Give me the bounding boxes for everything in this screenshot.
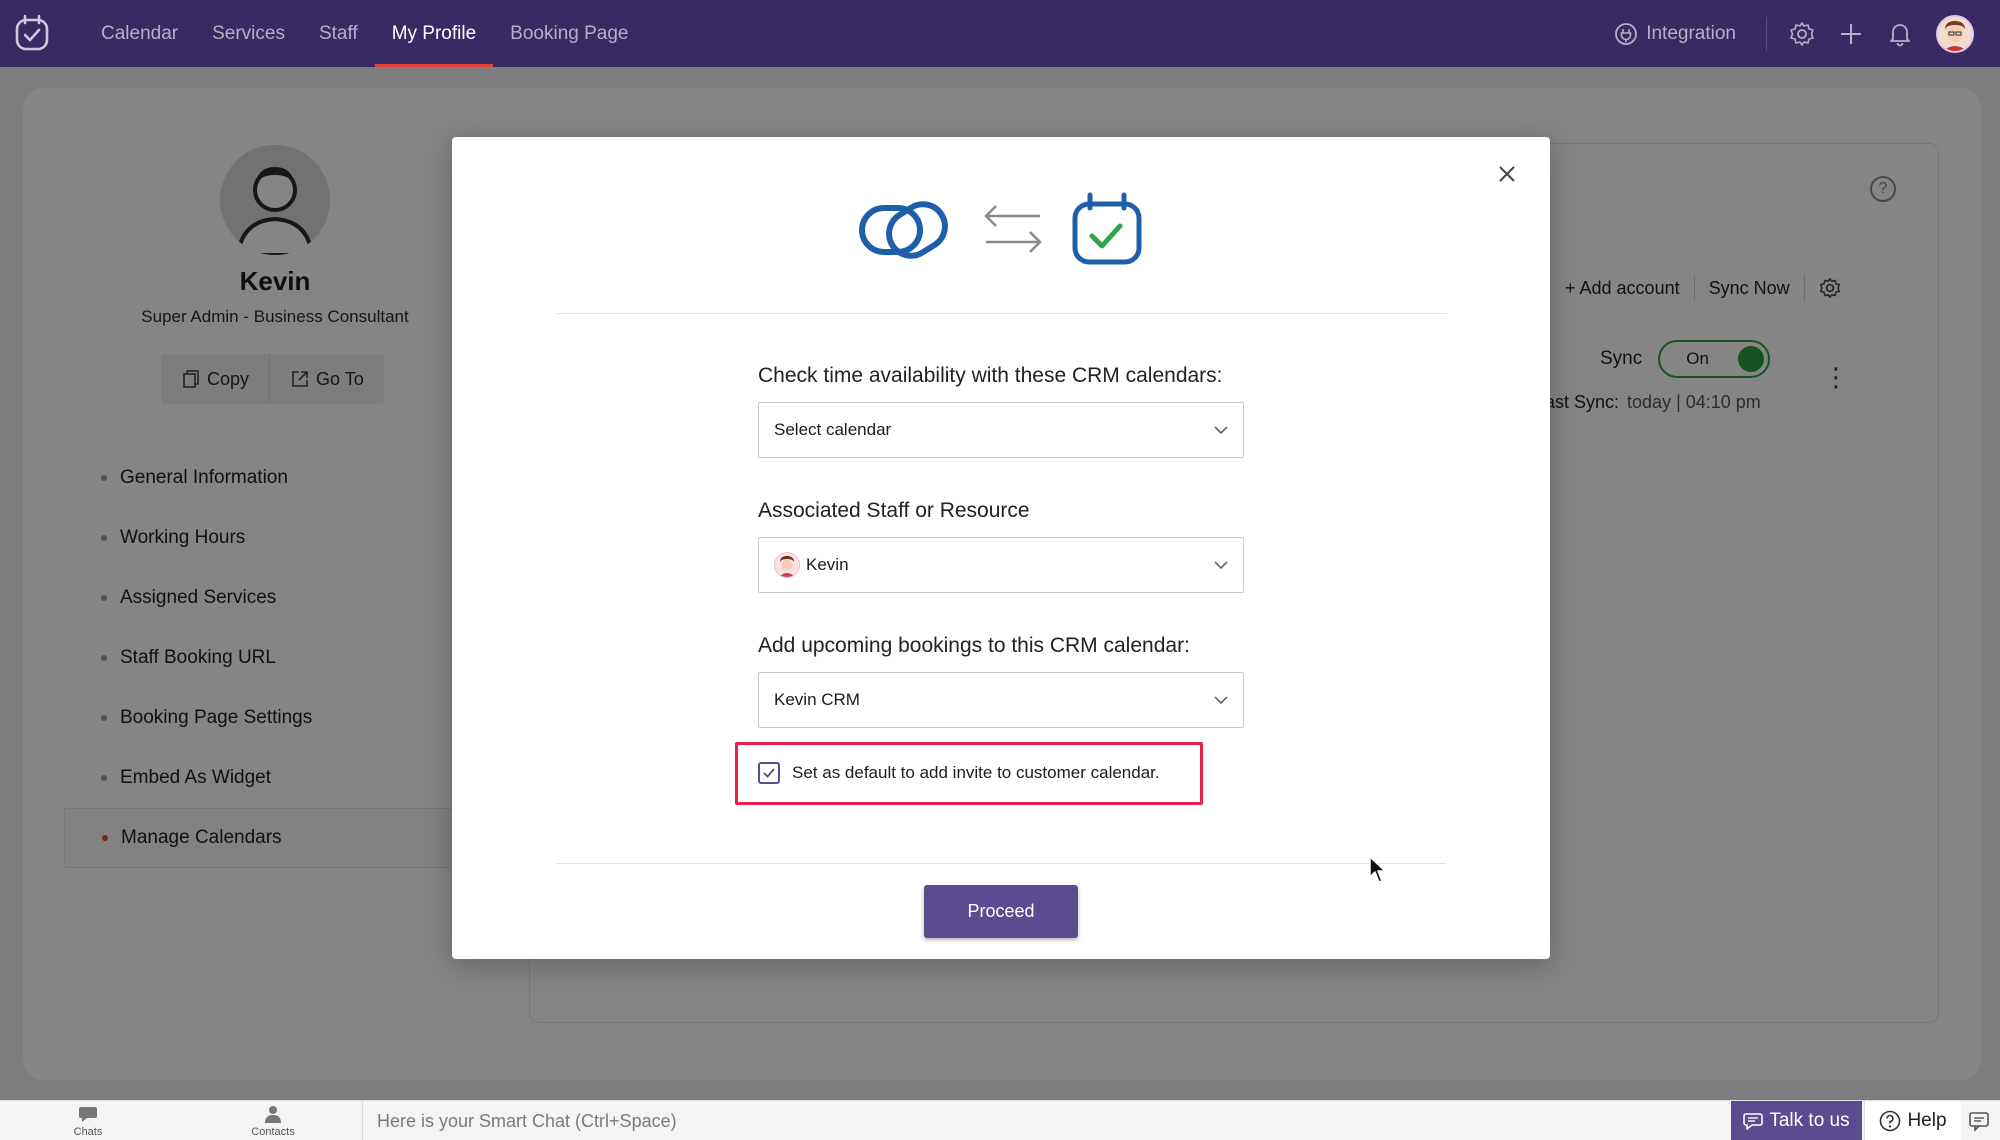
chevron-down-icon: [1214, 561, 1228, 570]
chats-label: Chats: [73, 1126, 103, 1138]
help-button[interactable]: Help: [1864, 1101, 1961, 1140]
bookings-calendar-icon: [1072, 192, 1142, 265]
help-circle-icon: [1880, 1110, 1901, 1132]
default-invite-checkbox[interactable]: [758, 762, 780, 784]
talk-to-us-label: Talk to us: [1769, 1110, 1850, 1131]
checkmark-icon: [763, 768, 775, 778]
staff-value: Kevin: [806, 555, 849, 574]
main-nav: Calendar Services Staff My Profile Booki…: [84, 0, 646, 67]
chevron-down-icon: [1214, 696, 1228, 705]
integration-label: Integration: [1646, 22, 1736, 44]
nav-booking-page[interactable]: Booking Page: [493, 0, 645, 67]
crm-calendars-select[interactable]: Select calendar: [758, 402, 1244, 458]
sync-arrows-icon: [984, 205, 1042, 253]
proceed-button[interactable]: Proceed: [924, 885, 1078, 938]
user-face-icon: [1938, 16, 1972, 51]
modal-header-divider: [556, 313, 1446, 314]
contact-person-icon: [265, 1106, 281, 1123]
chat-bubble-icon: [79, 1107, 97, 1122]
bookings-calendar-select[interactable]: Kevin CRM: [758, 672, 1244, 728]
top-divider: [1766, 16, 1767, 51]
contacts-label: Contacts: [251, 1126, 295, 1138]
smart-chat-input[interactable]: Here is your Smart Chat (Ctrl+Space): [377, 1111, 677, 1132]
crm-calendars-label: Check time availability with these CRM c…: [758, 364, 1223, 387]
plus-icon[interactable]: [1838, 21, 1864, 47]
integration-icon: [1615, 22, 1638, 45]
bookings-calendar-value: Kevin CRM: [774, 690, 860, 709]
integration-link[interactable]: Integration: [1614, 22, 1736, 46]
crm-bookings-logos: [859, 192, 1142, 265]
feedback-icon[interactable]: [1968, 1110, 1990, 1132]
help-label: Help: [1907, 1110, 1947, 1131]
staff-label: Associated Staff or Resource: [758, 499, 1030, 522]
nav-calendar[interactable]: Calendar: [84, 0, 195, 67]
talk-to-us-button[interactable]: Talk to us: [1731, 1101, 1862, 1140]
bottom-bar: Chats Contacts Here is your Smart Chat (…: [0, 1100, 2000, 1140]
top-right-controls: Integration: [1614, 0, 2000, 67]
gear-icon[interactable]: [1789, 21, 1815, 47]
staff-face-icon: [775, 553, 799, 577]
chat-icon: [1743, 1113, 1764, 1130]
contacts-button[interactable]: Contacts: [238, 1105, 308, 1138]
staff-avatar: [774, 552, 800, 578]
chats-button[interactable]: Chats: [53, 1105, 123, 1138]
top-nav-bar: Calendar Services Staff My Profile Booki…: [0, 0, 2000, 67]
bell-icon[interactable]: [1887, 21, 1913, 47]
close-icon[interactable]: [1493, 160, 1521, 188]
staff-select[interactable]: Kevin: [758, 537, 1244, 593]
chevron-down-icon: [1214, 426, 1228, 435]
nav-staff[interactable]: Staff: [302, 0, 375, 67]
default-invite-option[interactable]: Set as default to add invite to customer…: [758, 762, 1160, 784]
zoho-crm-logo-icon: [859, 201, 948, 259]
bookings-calendar-label: Add upcoming bookings to this CRM calend…: [758, 634, 1190, 657]
default-invite-label: Set as default to add invite to customer…: [792, 763, 1160, 782]
bottom-divider: [362, 1101, 363, 1140]
nav-services[interactable]: Services: [195, 0, 302, 67]
app-logo-icon[interactable]: [14, 14, 50, 52]
mouse-cursor-icon: [1369, 856, 1386, 883]
user-avatar[interactable]: [1936, 14, 1974, 53]
modal-footer-divider: [556, 863, 1446, 864]
crm-calendars-value: Select calendar: [774, 420, 892, 439]
nav-my-profile[interactable]: My Profile: [374, 0, 494, 67]
